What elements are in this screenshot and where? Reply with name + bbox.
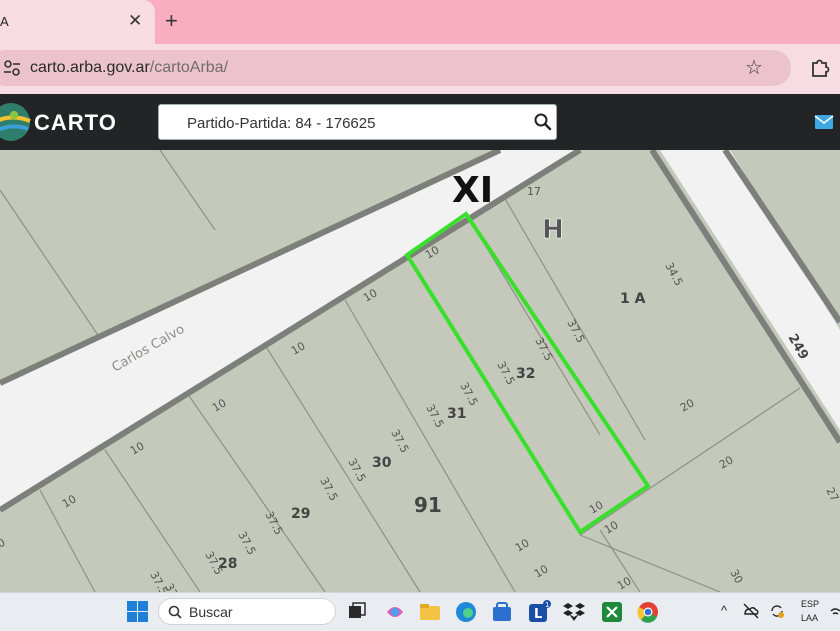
taskbar-search-label: Buscar xyxy=(189,604,233,620)
wifi-icon[interactable] xyxy=(830,605,840,619)
taskbar-search-icon xyxy=(168,605,182,619)
tab-title: A xyxy=(0,14,9,29)
windows-start-icon[interactable] xyxy=(127,601,148,622)
sync-icon[interactable] xyxy=(768,602,786,620)
active-tab[interactable]: A ✕ xyxy=(0,0,155,44)
block-label-h: H xyxy=(542,215,564,245)
url-host: carto.arba.gov.ar xyxy=(30,59,150,76)
copilot-icon[interactable] xyxy=(383,600,407,624)
notification-badge: 1 xyxy=(545,601,549,609)
xbox-icon[interactable] xyxy=(600,600,624,624)
carto-logo-icon xyxy=(0,103,31,141)
browser-toolbar: carto.arba.gov.ar/cartoArba/ ☆ xyxy=(0,44,840,94)
windows-taskbar: Buscar L1 ^ ESP LAA xyxy=(0,592,840,631)
block-label-91: 91 xyxy=(414,493,442,517)
language-code[interactable]: ESP xyxy=(801,599,819,609)
bookmark-star-icon[interactable]: ☆ xyxy=(745,55,763,80)
address-bar[interactable]: carto.arba.gov.ar/cartoArba/ ☆ xyxy=(0,50,791,86)
parcel-label-30: 30 xyxy=(372,455,392,471)
dropbox-icon[interactable] xyxy=(562,600,586,624)
cadastral-map[interactable]: Carlos Calvo XI H 91 1 A 32 31 30 29 28 … xyxy=(0,150,840,592)
chrome-icon[interactable] xyxy=(636,600,660,624)
extensions-icon[interactable] xyxy=(808,54,834,80)
tab-bar: A ✕ + xyxy=(0,0,840,44)
search-icon[interactable] xyxy=(533,112,553,132)
tab-close-icon[interactable]: ✕ xyxy=(128,11,142,31)
url-text[interactable]: carto.arba.gov.ar/cartoArba/ xyxy=(30,59,228,77)
new-tab-button[interactable]: + xyxy=(165,8,178,34)
mail-icon[interactable] xyxy=(814,114,834,130)
dim-label: 17 xyxy=(527,185,541,198)
edge-icon[interactable] xyxy=(454,600,478,624)
parcel-search-box xyxy=(158,104,557,140)
url-path: /cartoArba/ xyxy=(149,59,229,76)
tray-chevron-icon[interactable]: ^ xyxy=(721,603,727,618)
onedrive-off-icon[interactable] xyxy=(742,602,760,620)
site-info-icon[interactable] xyxy=(2,58,22,78)
store-icon[interactable] xyxy=(490,600,514,624)
taskbar-search[interactable]: Buscar xyxy=(158,598,336,625)
parcel-label-32: 32 xyxy=(516,366,535,382)
parcel-search-input[interactable] xyxy=(185,111,519,135)
parcel-label-1a: 1 A xyxy=(620,291,646,307)
task-view-icon[interactable] xyxy=(345,600,369,624)
app-l-icon[interactable]: L1 xyxy=(527,600,551,624)
keyboard-layout[interactable]: LAA xyxy=(801,613,818,623)
file-explorer-icon[interactable] xyxy=(418,600,442,624)
svg-text:L: L xyxy=(534,607,542,622)
parcel-label-29: 29 xyxy=(291,506,310,522)
block-label-xi: XI xyxy=(452,170,493,211)
app-header: CARTO xyxy=(0,94,840,150)
brand-name: CARTO xyxy=(34,110,117,135)
parcel-label-31: 31 xyxy=(447,406,466,422)
